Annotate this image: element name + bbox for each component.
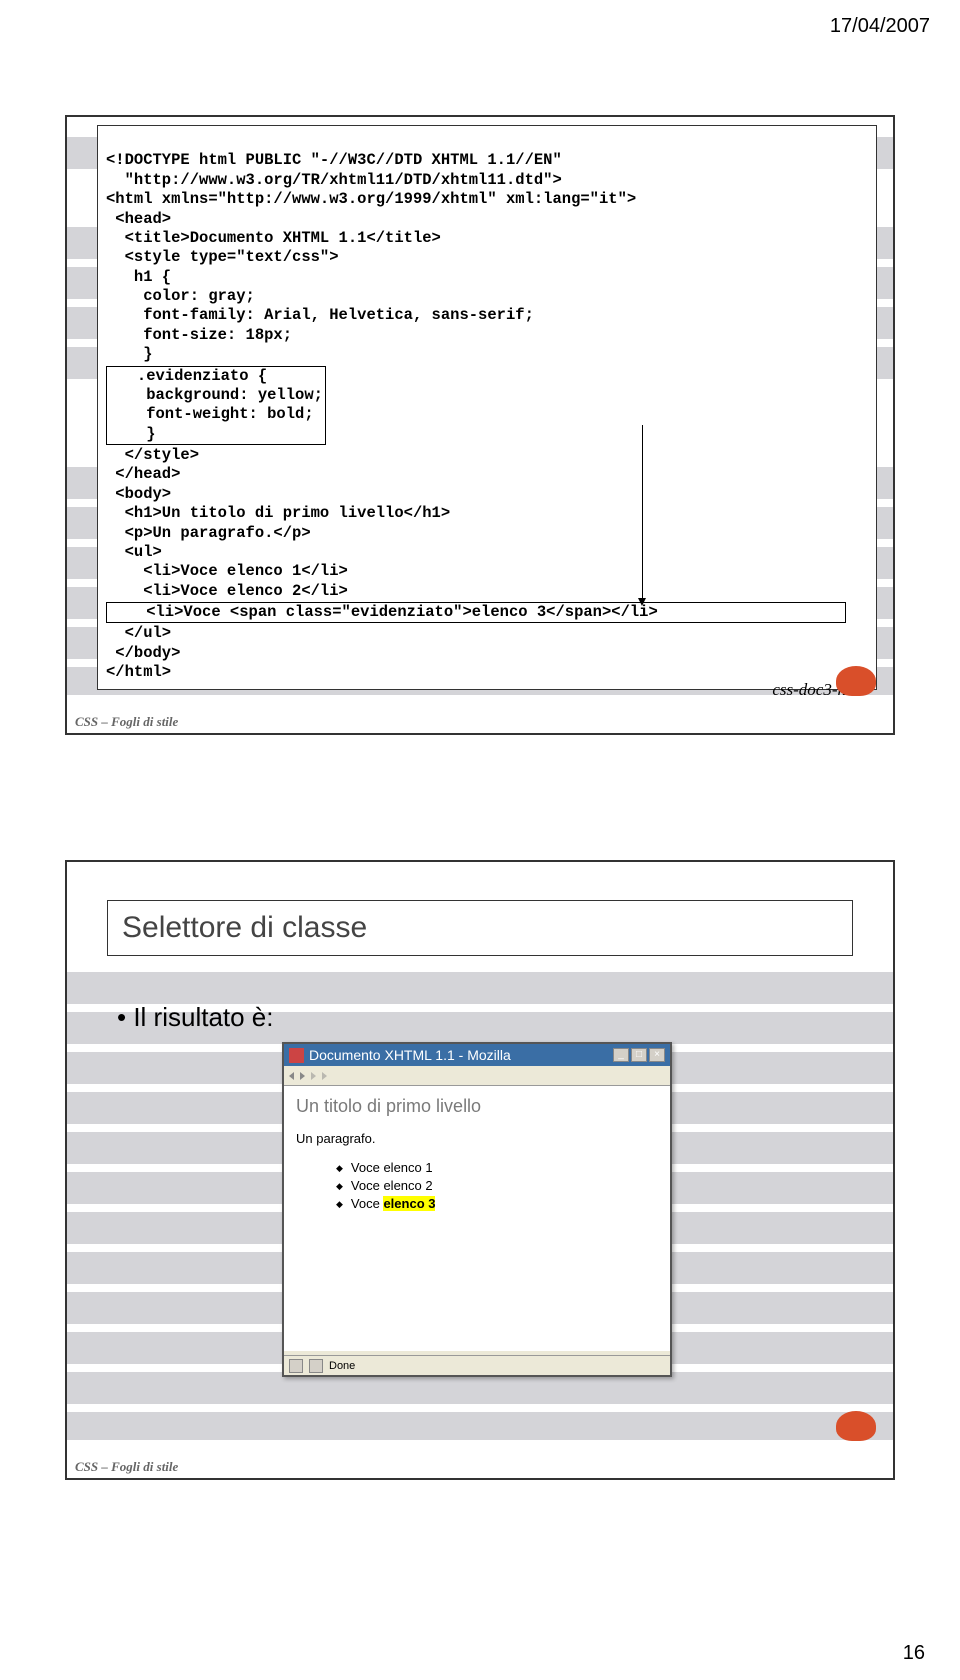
code-line: <ul> — [106, 543, 162, 561]
code-line: font-family: Arial, Helvetica, sans-seri… — [106, 306, 534, 324]
forward-icon[interactable] — [300, 1072, 305, 1080]
list-item: Voce elenco 2 — [336, 1178, 658, 1193]
highlighted-li: <li>Voce <span class="evidenziato">elenc… — [106, 602, 846, 623]
code-line: </ul> — [106, 624, 171, 642]
slide-footer: CSS – Fogli di stile — [75, 714, 178, 730]
maximize-button[interactable]: □ — [631, 1048, 647, 1062]
app-icon — [289, 1048, 304, 1063]
rendered-h1: Un titolo di primo livello — [296, 1096, 658, 1117]
connector-arrow — [642, 425, 643, 600]
code-line: <li>Voce elenco 1</li> — [106, 562, 348, 580]
page-number: 16 — [903, 1642, 925, 1665]
list-item: Voce elenco 1 — [336, 1160, 658, 1175]
slide-footer: CSS – Fogli di stile — [75, 1459, 178, 1475]
arrow-head-icon — [638, 598, 646, 606]
code-line: h1 { — [106, 268, 171, 286]
rendered-para: Un paragrafo. — [296, 1131, 658, 1146]
rendered-list: Voce elenco 1 Voce elenco 2 Voce elenco … — [296, 1160, 658, 1211]
code-line: <body> — [106, 485, 171, 503]
code-line: <html xmlns="http://www.w3.org/1999/xhtm… — [106, 190, 636, 208]
window-titlebar: Documento XHTML 1.1 - Mozilla _ □ × — [284, 1044, 670, 1066]
code-line: </style> — [106, 446, 199, 464]
back-icon[interactable] — [289, 1072, 294, 1080]
slide-title: Selettore di classe — [107, 900, 853, 956]
browser-content: Un titolo di primo livello Un paragrafo.… — [284, 1086, 670, 1351]
close-button[interactable]: × — [649, 1048, 665, 1062]
status-bar: Done — [284, 1355, 670, 1375]
slide-code: <!DOCTYPE html PUBLIC "-//W3C//DTD XHTML… — [65, 115, 895, 735]
lizard-logo — [830, 658, 885, 703]
nav-icon[interactable] — [322, 1072, 327, 1080]
nav-icon[interactable] — [311, 1072, 316, 1080]
window-title-text: Documento XHTML 1.1 - Mozilla — [309, 1047, 511, 1063]
code-line: } — [106, 345, 153, 363]
code-line: <li>Voce elenco 2</li> — [106, 582, 348, 600]
status-icon — [289, 1359, 303, 1373]
code-line: "http://www.w3.org/TR/xhtml11/DTD/xhtml1… — [106, 171, 562, 189]
lizard-logo — [830, 1403, 885, 1448]
bullet-text: • Il risultato è: — [117, 1002, 274, 1033]
minimize-button[interactable]: _ — [613, 1048, 629, 1062]
highlighted-text: elenco 3 — [383, 1196, 435, 1211]
code-block: <!DOCTYPE html PUBLIC "-//W3C//DTD XHTML… — [97, 125, 877, 690]
code-line: color: gray; — [106, 287, 255, 305]
code-line: </body> — [106, 644, 180, 662]
code-line: font-size: 18px; — [106, 326, 292, 344]
page-date: 17/04/2007 — [830, 15, 930, 38]
code-line: <!DOCTYPE html PUBLIC "-//W3C//DTD XHTML… — [106, 151, 562, 169]
highlighted-css-rule: .evidenziato { background: yellow; font-… — [106, 366, 326, 446]
code-line: </html> — [106, 663, 171, 681]
status-icon — [309, 1359, 323, 1373]
browser-toolbar — [284, 1066, 670, 1086]
code-line: <style type="text/css"> — [106, 248, 339, 266]
browser-window: Documento XHTML 1.1 - Mozilla _ □ × Un t… — [282, 1042, 672, 1377]
slide-result: Selettore di classe • Il risultato è: Do… — [65, 860, 895, 1480]
code-line: </head> — [106, 465, 180, 483]
code-line: <h1>Un titolo di primo livello</h1> — [106, 504, 450, 522]
code-line: <title>Documento XHTML 1.1</title> — [106, 229, 441, 247]
code-line: <head> — [106, 210, 171, 228]
status-text: Done — [329, 1360, 355, 1372]
list-item: Voce elenco 3 — [336, 1196, 658, 1211]
code-line: <p>Un paragrafo.</p> — [106, 524, 311, 542]
